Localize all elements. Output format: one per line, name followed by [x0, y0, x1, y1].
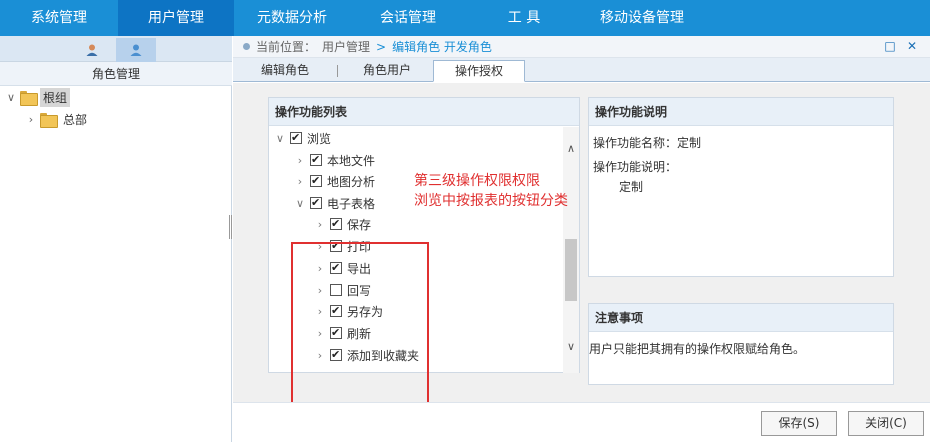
scroll-thumb[interactable]	[565, 239, 577, 301]
close-icon[interactable]: ✕	[905, 39, 919, 53]
notice-panel: 注意事项 用户只能把其拥有的操作权限赋给角色。	[588, 303, 894, 385]
breadcrumb-path[interactable]: 用户管理	[322, 38, 370, 55]
footer-bar: 保存(S) 关闭(C)	[233, 402, 930, 442]
tree-node-root[interactable]: ∨ 根组	[6, 87, 71, 107]
tree-item-label: 电子表格	[327, 196, 376, 211]
tree-item-map-analysis[interactable]: › 地图分析	[295, 171, 375, 191]
breadcrumb: 当前位置： 用户管理 > 编辑角色 开发角色	[233, 36, 930, 58]
tree-node-headquarters[interactable]: › 总部	[26, 109, 90, 129]
checkbox[interactable]	[310, 174, 322, 188]
annotation-highlight-box	[291, 242, 429, 424]
nav-item-mobile-devices[interactable]: 移动设备管理	[582, 0, 702, 36]
annotation-line-2: 浏览中按报表的按钮分类	[414, 193, 568, 209]
function-name-row: 操作功能名称：定制	[593, 134, 701, 151]
sidebar-header: 角色管理	[0, 62, 232, 86]
chevron-right-icon[interactable]: ›	[315, 218, 325, 231]
close-button[interactable]: 关闭(C)	[848, 411, 924, 436]
nav-item-system[interactable]: 系统管理	[0, 0, 118, 36]
chevron-right-icon[interactable]: ›	[295, 154, 305, 167]
function-description-title: 操作功能说明	[589, 98, 893, 126]
function-desc-label: 操作功能说明：	[593, 160, 678, 174]
nav-item-metadata-analysis[interactable]: 元数据分析	[234, 0, 350, 36]
checkbox[interactable]	[290, 131, 302, 145]
nav-item-user-management[interactable]: 用户管理	[118, 0, 234, 36]
function-list-title: 操作功能列表	[269, 98, 579, 126]
nav-item-tools[interactable]: 工 具	[466, 0, 582, 36]
chevron-right-icon[interactable]: ›	[26, 113, 36, 126]
tab-edit-role[interactable]: 编辑角色	[237, 60, 333, 82]
folder-icon	[20, 90, 38, 106]
function-name-value: 定制	[677, 136, 702, 150]
tree-item-label: 地图分析	[327, 174, 376, 189]
scrollbar[interactable]: ∧ ∨	[563, 127, 579, 373]
tab-operation-authorization[interactable]: 操作授权	[433, 60, 525, 82]
function-desc-value: 定制	[619, 180, 644, 194]
scroll-up-icon[interactable]: ∧	[563, 141, 579, 157]
chevron-down-icon[interactable]: ∨	[6, 91, 16, 104]
sidebar-tabs	[0, 36, 232, 62]
tab-bar: 编辑角色 角色用户 操作授权	[233, 58, 930, 82]
chevron-down-icon[interactable]: ∨	[275, 132, 285, 145]
sidebar-tab-role[interactable]	[116, 38, 156, 62]
breadcrumb-current: 编辑角色 开发角色	[392, 40, 492, 54]
tree-item-local-file[interactable]: › 本地文件	[295, 150, 375, 170]
checkbox[interactable]	[310, 153, 322, 167]
sidebar-tab-user[interactable]	[72, 38, 112, 62]
tree-item-save[interactable]: › 保存	[315, 214, 371, 234]
splitter-handle[interactable]	[229, 215, 232, 239]
folder-icon	[40, 112, 58, 128]
tree-item-label: 保存	[347, 217, 372, 232]
tree-node-label: 根组	[40, 87, 71, 107]
nav-item-session[interactable]: 会话管理	[350, 0, 466, 36]
annotation-line-1: 第三级操作权限权限	[414, 173, 540, 189]
checkbox[interactable]	[330, 217, 342, 231]
tree-item-label: 浏览	[307, 131, 332, 146]
sidebar: 角色管理 ∨ 根组 › 总部	[0, 36, 232, 442]
notice-title: 注意事项	[589, 304, 893, 332]
user-icon	[86, 44, 98, 56]
tree-item-spreadsheet[interactable]: ∨ 电子表格	[295, 193, 375, 213]
function-name-label: 操作功能名称：	[593, 136, 678, 150]
role-icon	[130, 44, 142, 56]
chevron-right-icon[interactable]: ›	[295, 175, 305, 188]
tree-item-browse[interactable]: ∨ 浏览	[275, 128, 331, 148]
content-area: 操作功能列表 ∨ 浏览 › 本地文件 › 地图分析 ∨	[233, 83, 930, 424]
tab-role-users[interactable]: 角色用户	[341, 60, 433, 82]
tab-divider	[337, 65, 338, 77]
breadcrumb-prefix: 当前位置：	[256, 40, 317, 54]
scroll-down-icon[interactable]: ∨	[563, 339, 579, 355]
location-dot-icon	[243, 43, 250, 50]
tree-node-label: 总部	[63, 112, 88, 127]
function-description-panel: 操作功能说明 操作功能名称：定制 操作功能说明： 定制	[588, 97, 894, 277]
chevron-down-icon[interactable]: ∨	[295, 197, 305, 210]
notice-text: 用户只能把其拥有的操作权限赋给角色。	[589, 342, 806, 356]
maximize-icon[interactable]: □	[883, 39, 897, 53]
checkbox[interactable]	[310, 196, 322, 210]
top-navigation: 系统管理 用户管理 元数据分析 会话管理 工 具 移动设备管理	[0, 0, 930, 36]
save-button[interactable]: 保存(S)	[761, 411, 837, 436]
breadcrumb-separator: >	[376, 39, 387, 54]
tree-item-label: 本地文件	[327, 153, 376, 168]
main-area: 当前位置： 用户管理 > 编辑角色 开发角色 □ ✕ 编辑角色 角色用户 操作授…	[233, 36, 930, 442]
